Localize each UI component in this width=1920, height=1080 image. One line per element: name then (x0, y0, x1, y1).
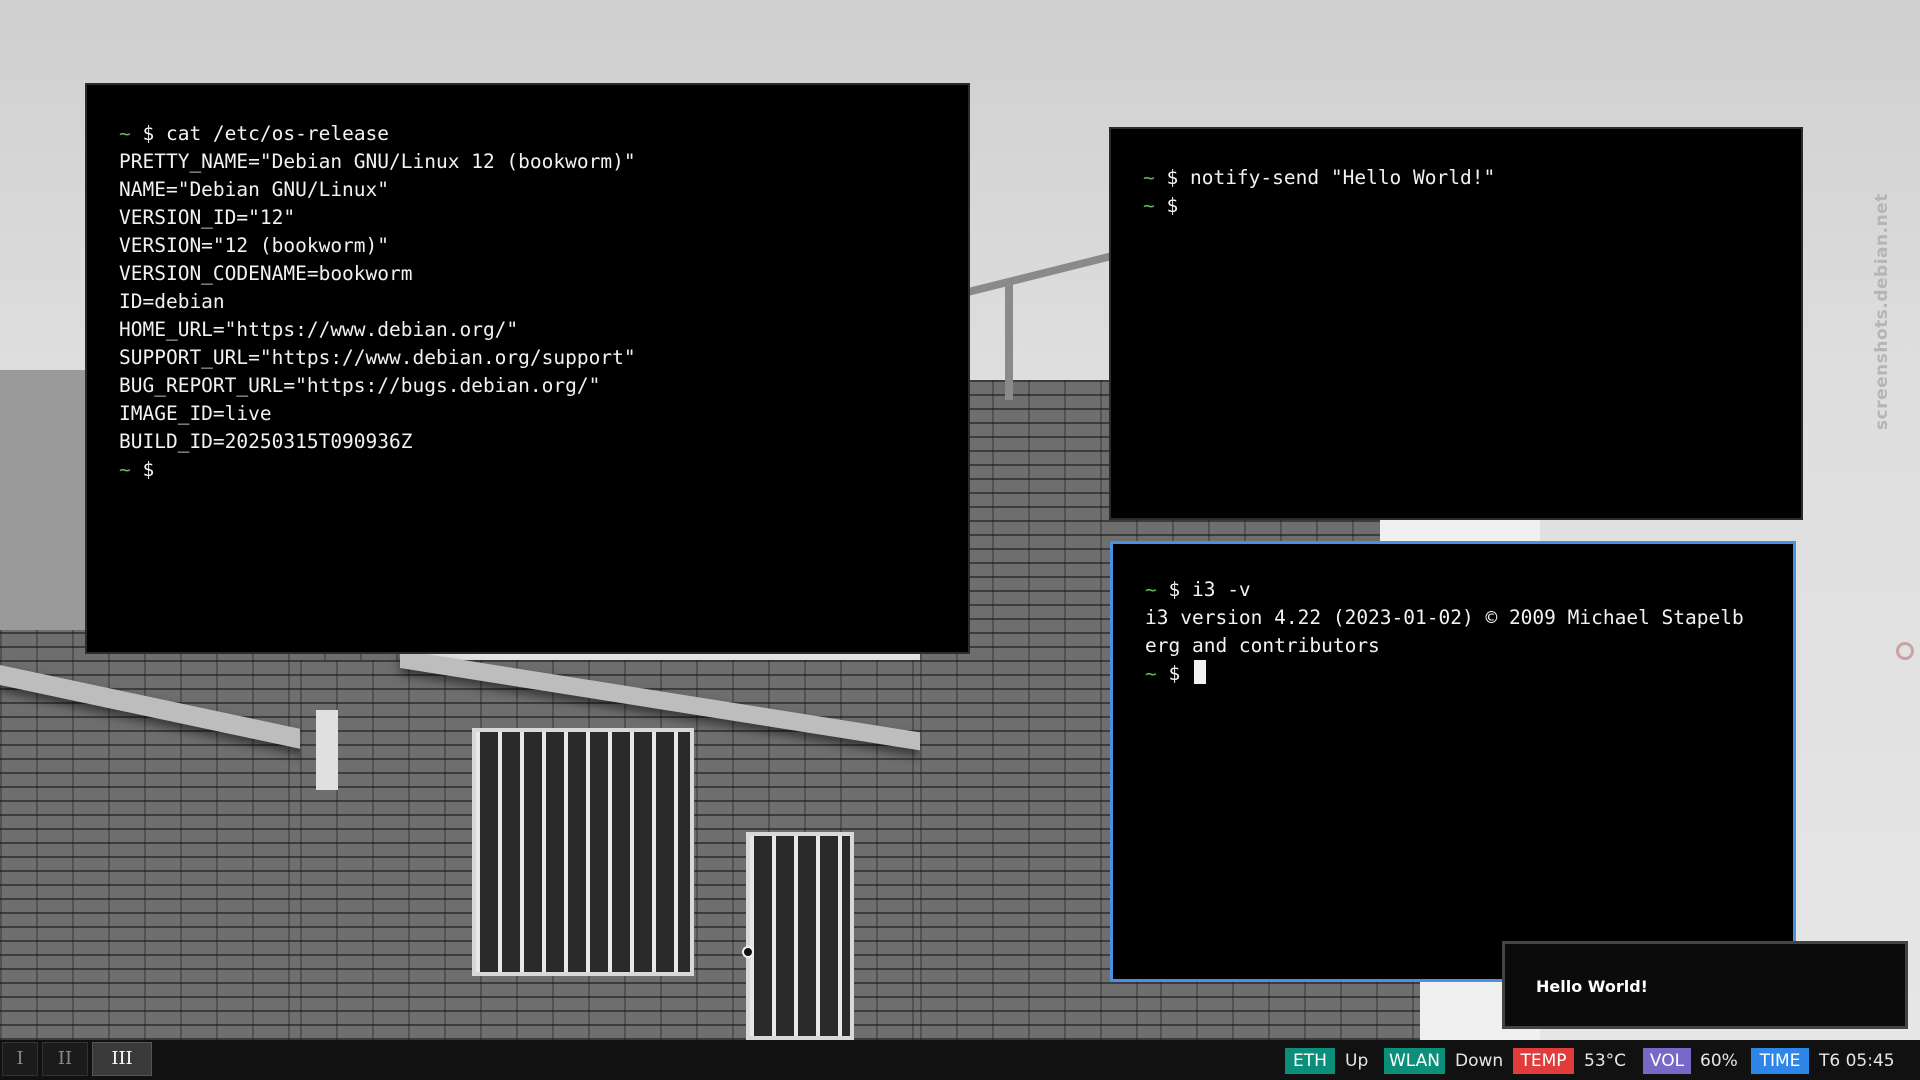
terminal-output: ~ $ cat /etc/os-release PRETTY_NAME="Debi… (87, 85, 968, 484)
terminal-output-line: NAME="Debian GNU/Linux" (119, 176, 968, 204)
watermark-text: screenshots.debian.net (1872, 193, 1892, 430)
status-temp-label: TEMP (1513, 1048, 1574, 1074)
terminal-prompt-line: ~ $ (119, 458, 155, 481)
workspace-button-1[interactable]: I (2, 1042, 38, 1076)
terminal-text: SUPPORT_URL="https://www.debian.org/supp… (119, 346, 636, 369)
status-eth-label: ETH (1285, 1048, 1335, 1074)
terminal-text: erg and contributors (1145, 634, 1380, 657)
terminal-output-line: VERSION_CODENAME=bookworm (119, 260, 968, 288)
terminal-text: VERSION="12 (bookworm)" (119, 234, 390, 257)
i3-status-bar: I II III ETH Up WLAN Down TEMP 53°C VOL … (0, 1040, 1920, 1080)
terminal-output-line: VERSION="12 (bookworm)" (119, 232, 968, 260)
text-cursor (1193, 660, 1206, 684)
prompt-tilde: ~ (1145, 662, 1157, 685)
wallpaper-window-bars-2 (746, 832, 854, 1040)
terminal-output-line: erg and contributors (1145, 632, 1793, 660)
busy-cursor-icon (742, 946, 754, 958)
terminal-output-line: VERSION_ID="12" (119, 204, 968, 232)
terminal-text: i3 version 4.22 (2023-01-02) © 2009 Mich… (1145, 606, 1744, 629)
wallpaper-pipe (316, 710, 338, 790)
terminal-text: HOME_URL="https://www.debian.org/" (119, 318, 519, 341)
status-time-value: T6 05:45 (1819, 1051, 1895, 1071)
terminal-output: ~ $ i3 -v i3 version 4.22 (2023-01-02) © … (1113, 544, 1793, 688)
status-eth-value: Up (1345, 1051, 1369, 1071)
terminal-output-line: i3 version 4.22 (2023-01-02) © 2009 Mich… (1145, 604, 1793, 632)
terminal-window-notify-send[interactable]: ~ $ notify-send "Hello World!" ~ $ (1109, 127, 1803, 520)
terminal-text: cat /etc/os-release (154, 122, 390, 145)
wallpaper-rail (970, 252, 1110, 296)
terminal-output-line: SUPPORT_URL="https://www.debian.org/supp… (119, 344, 968, 372)
terminal-window-i3-version[interactable]: ~ $ i3 -v i3 version 4.22 (2023-01-02) © … (1110, 541, 1796, 982)
terminal-output: ~ $ notify-send "Hello World!" ~ $ (1111, 129, 1801, 220)
terminal-output-line: IMAGE_ID=live (119, 400, 968, 428)
terminal-text: NAME="Debian GNU/Linux" (119, 178, 390, 201)
terminal-output-line: BUG_REPORT_URL="https://bugs.debian.org/… (119, 372, 968, 400)
prompt-tilde: ~ (119, 122, 131, 145)
status-wlan-label: WLAN (1384, 1048, 1445, 1074)
terminal-prompt-line: ~ $ (1143, 194, 1179, 217)
terminal-text: notify-send "Hello World!" (1178, 166, 1496, 189)
terminal-prompt-line: ~ $ (1145, 660, 1793, 688)
debian-swirl-icon (1896, 642, 1914, 660)
wallpaper-balcony (0, 370, 90, 630)
terminal-text: VERSION_ID="12" (119, 206, 296, 229)
notification-text: Hello World! (1536, 977, 1648, 996)
terminal-text: BUG_REPORT_URL="https://bugs.debian.org/… (119, 374, 601, 397)
terminal-window-os-release[interactable]: ~ $ cat /etc/os-release PRETTY_NAME="Debi… (85, 83, 970, 654)
wallpaper-rail-post (1005, 280, 1013, 400)
terminal-text: PRETTY_NAME="Debian GNU/Linux 12 (bookwo… (119, 150, 636, 173)
prompt-tilde: ~ (1143, 166, 1155, 189)
status-vol-label: VOL (1643, 1048, 1691, 1074)
status-time-label: TIME (1751, 1048, 1809, 1074)
terminal-text: IMAGE_ID=live (119, 402, 272, 425)
terminal-output-line: BUILD_ID=20250315T090936Z (119, 428, 968, 456)
status-temp-value: 53°C (1584, 1051, 1627, 1071)
terminal-output-line: ID=debian (119, 288, 968, 316)
prompt-tilde: ~ (1145, 578, 1157, 601)
prompt-tilde: ~ (1143, 194, 1155, 217)
wallpaper-window-bars (472, 728, 694, 976)
workspace-button-2[interactable]: II (42, 1042, 88, 1076)
notification-popup[interactable]: Hello World! (1502, 941, 1908, 1029)
status-vol-value: 60% (1700, 1051, 1738, 1071)
terminal-output-line: HOME_URL="https://www.debian.org/" (119, 316, 968, 344)
terminal-text: VERSION_CODENAME=bookworm (119, 262, 413, 285)
terminal-prompt-line: ~ $ cat /etc/os-release (119, 122, 390, 145)
terminal-text: i3 -v (1180, 578, 1251, 601)
prompt-tilde: ~ (119, 458, 131, 481)
workspace-button-3[interactable]: III (92, 1042, 152, 1076)
status-wlan-value: Down (1455, 1051, 1504, 1071)
terminal-prompt-line: ~ $ i3 -v (1145, 578, 1251, 601)
terminal-output-line: PRETTY_NAME="Debian GNU/Linux 12 (bookwo… (119, 148, 968, 176)
terminal-text: ID=debian (119, 290, 225, 313)
terminal-prompt-line: ~ $ notify-send "Hello World!" (1143, 166, 1496, 189)
terminal-text: BUILD_ID=20250315T090936Z (119, 430, 413, 453)
